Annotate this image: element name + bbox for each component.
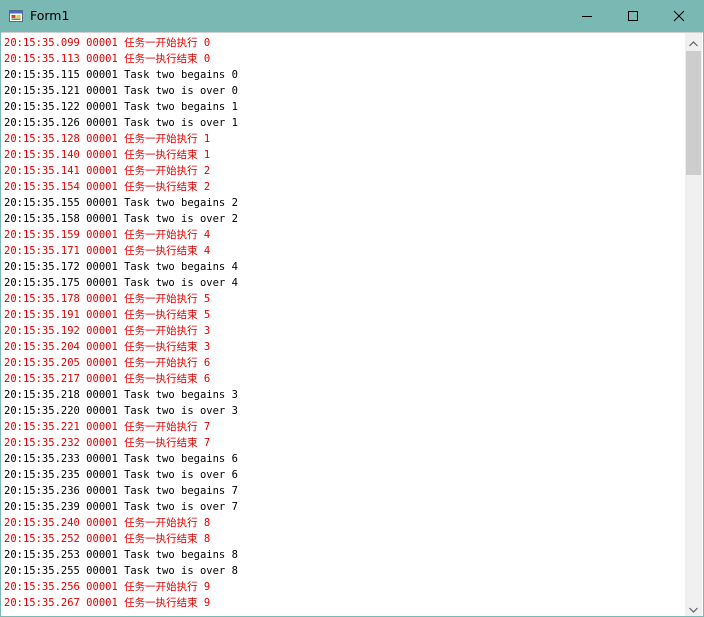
- log-line: 20:15:35.122 00001 Task two begains 1: [4, 101, 238, 113]
- log-line: 20:15:35.204 00001 任务一执行结束 3: [4, 341, 211, 353]
- log-line: 20:15:35.155 00001 Task two begains 2: [4, 197, 238, 209]
- log-line: 20:15:35.192 00001 任务一开始执行 3: [4, 325, 211, 337]
- log-line: 20:15:35.178 00001 任务一开始执行 5: [4, 293, 211, 305]
- log-line: 20:15:35.253 00001 Task two begains 8: [4, 549, 238, 561]
- log-line: 20:15:35.240 00001 任务一开始执行 8: [4, 517, 211, 529]
- log-line: 20:15:35.205 00001 任务一开始执行 6: [4, 357, 211, 369]
- close-icon: [673, 7, 685, 26]
- log-line: 20:15:35.171 00001 任务一执行结束 4: [4, 245, 211, 257]
- client-area: 20:15:35.099 00001 任务一开始执行 0 20:15:35.113…: [1, 32, 703, 616]
- log-line: 20:15:35.235 00001 Task two is over 6: [4, 469, 238, 481]
- log-line: 20:15:35.126 00001 Task two is over 1: [4, 117, 238, 129]
- window-title: Form1: [30, 8, 70, 23]
- log-line: 20:15:35.141 00001 任务一开始执行 2: [4, 165, 211, 177]
- log-line: 20:15:35.115 00001 Task two begains 0: [4, 69, 238, 81]
- log-line: 20:15:35.255 00001 Task two is over 8: [4, 565, 238, 577]
- log-line: 20:15:35.158 00001 Task two is over 2: [4, 213, 238, 225]
- log-line: 20:15:35.236 00001 Task two begains 7: [4, 485, 238, 497]
- maximize-button[interactable]: [610, 0, 656, 32]
- log-line: 20:15:35.232 00001 任务一执行结束 7: [4, 437, 211, 449]
- log-line: 20:15:35.172 00001 Task two begains 4: [4, 261, 238, 273]
- title-bar[interactable]: Form1: [0, 0, 704, 32]
- log-line: 20:15:35.220 00001 Task two is over 3: [4, 405, 238, 417]
- log-line: 20:15:35.191 00001 任务一执行结束 5: [4, 309, 211, 321]
- minimize-button[interactable]: [564, 0, 610, 32]
- log-line: 20:15:35.099 00001 任务一开始执行 0: [4, 37, 211, 49]
- minimize-icon: [581, 7, 593, 26]
- log-line: 20:15:35.140 00001 任务一执行结束 1: [4, 149, 211, 161]
- log-line: 20:15:35.239 00001 Task two is over 7: [4, 501, 238, 513]
- form1-window: Form1 20:15:35.099 00001 任务一开始执行 0 20:15:…: [0, 0, 704, 616]
- scroll-up-button[interactable]: [685, 33, 702, 50]
- log-textbox[interactable]: 20:15:35.099 00001 任务一开始执行 0 20:15:35.113…: [1, 33, 685, 616]
- log-line: 20:15:35.113 00001 任务一执行结束 0: [4, 53, 211, 65]
- log-line: 20:15:35.175 00001 Task two is over 4: [4, 277, 238, 289]
- log-line: 20:15:35.128 00001 任务一开始执行 1: [4, 133, 211, 145]
- chevron-up-icon: [689, 32, 698, 51]
- scrollbar-thumb[interactable]: [686, 51, 701, 175]
- log-line: 20:15:35.221 00001 任务一开始执行 7: [4, 421, 211, 433]
- log-line: 20:15:35.159 00001 任务一开始执行 4: [4, 229, 211, 241]
- log-line: 20:15:35.267 00001 任务一执行结束 9: [4, 597, 211, 609]
- close-button[interactable]: [656, 0, 702, 32]
- maximize-icon: [627, 7, 639, 26]
- log-line: 20:15:35.154 00001 任务一执行结束 2: [4, 181, 211, 193]
- vertical-scrollbar[interactable]: [685, 33, 702, 616]
- log-line: 20:15:35.218 00001 Task two begains 3: [4, 389, 238, 401]
- log-line: 20:15:35.252 00001 任务一执行结束 8: [4, 533, 211, 545]
- log-line: 20:15:35.121 00001 Task two is over 0: [4, 85, 238, 97]
- log-line: 20:15:35.233 00001 Task two begains 6: [4, 453, 238, 465]
- log-line: 20:15:35.256 00001 任务一开始执行 9: [4, 581, 211, 593]
- scroll-down-button[interactable]: [685, 599, 702, 616]
- log-line: 20:15:35.217 00001 任务一执行结束 6: [4, 373, 211, 385]
- chevron-down-icon: [689, 598, 698, 617]
- form-app-icon[interactable]: [9, 8, 23, 22]
